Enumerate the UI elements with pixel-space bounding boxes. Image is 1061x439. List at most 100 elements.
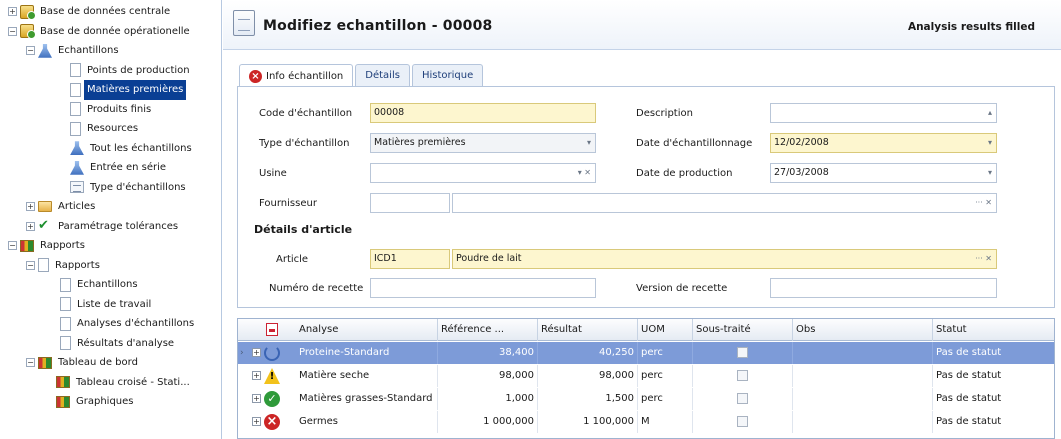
tree-item-rapport-echantillons[interactable]: Echantillons <box>0 275 221 295</box>
expand-icon[interactable]: + <box>252 417 261 426</box>
expand-icon[interactable]: + <box>252 394 261 403</box>
cell-reference[interactable]: 98,000 <box>438 365 538 387</box>
tree-item-analyses-echantillons[interactable]: Analyses d'échantillons <box>0 314 221 334</box>
usine-select[interactable]: ▾ ✕ <box>370 163 596 183</box>
dropdown-arrow-icon[interactable]: ▾ <box>988 164 992 182</box>
tab-details[interactable]: Détails <box>355 64 410 86</box>
report-chart-icon <box>20 239 34 252</box>
cell-reference[interactable]: 1 000,000 <box>438 411 538 433</box>
cell-obs[interactable] <box>793 365 933 387</box>
column-header-statut[interactable]: Statut <box>933 319 1054 341</box>
dropdown-clear-icon[interactable]: ▾ ✕ <box>578 164 591 182</box>
tree-item-entree-serie[interactable]: Entrée en série <box>0 158 221 178</box>
sous-traite-checkbox[interactable] <box>737 393 748 404</box>
table-row[interactable]: + Matière seche 98,000 98,000 perc Pas d… <box>238 365 1054 387</box>
article-code-field[interactable]: ICD1 <box>370 249 450 269</box>
expand-icon[interactable]: + <box>8 7 17 17</box>
cell-uom[interactable]: M <box>638 411 693 433</box>
tree-item-graphiques[interactable]: Graphiques <box>0 392 221 412</box>
expand-icon[interactable]: + <box>252 371 261 380</box>
column-header-obs[interactable]: Obs <box>793 319 933 341</box>
usine-label: Usine <box>259 168 287 179</box>
tree-item-tableau-croise[interactable]: Tableau croisé - Stati... <box>0 373 221 393</box>
tree-item-parametrage-tolerances[interactable]: + Paramétrage tolérances <box>0 217 221 237</box>
cell-obs[interactable] <box>793 388 933 410</box>
cell-statut[interactable]: Pas de statut <box>933 411 1054 433</box>
cell-uom[interactable]: perc <box>638 388 693 410</box>
numero-recette-field[interactable] <box>370 278 596 298</box>
cell-analyse[interactable]: Matière seche <box>296 365 438 387</box>
sous-traite-checkbox[interactable] <box>737 370 748 381</box>
collapse-icon[interactable]: − <box>26 358 35 368</box>
type-select[interactable]: Matières premières ▾ <box>370 133 596 153</box>
tree-item-tableau-bord[interactable]: − Tableau de bord <box>0 353 221 373</box>
tree-item-produits-finis[interactable]: Produits finis <box>0 100 221 120</box>
version-recette-field[interactable] <box>770 278 997 298</box>
column-header-resultat[interactable]: Résultat <box>538 319 638 341</box>
expand-up-icon[interactable]: ▴ <box>988 104 992 122</box>
cell-sous-traite[interactable] <box>693 365 793 387</box>
tree-item-rapports-root[interactable]: − Rapports <box>0 236 221 256</box>
column-header-uom[interactable]: UOM <box>638 319 693 341</box>
table-row[interactable]: › + Proteine-Standard 38,400 40,250 perc… <box>238 342 1054 364</box>
column-header-reference[interactable]: Référence ... <box>438 319 538 341</box>
column-header-sous-traite[interactable]: Sous-traité <box>693 319 793 341</box>
description-field[interactable]: ▴ <box>770 103 997 123</box>
sous-traite-checkbox[interactable] <box>737 416 748 427</box>
lookup-clear-icon[interactable]: ··· ✕ <box>975 194 992 212</box>
article-name-field[interactable]: Poudre de lait ··· ✕ <box>452 249 997 269</box>
collapse-icon[interactable]: − <box>26 46 35 56</box>
collapse-icon[interactable]: − <box>26 260 35 270</box>
cell-sous-traite[interactable] <box>693 342 793 364</box>
tree-item-operational-db[interactable]: − Base de donnée opérationelle <box>0 22 221 42</box>
tree-item-echantillons[interactable]: − Echantillons <box>0 41 221 61</box>
expand-icon[interactable]: + <box>252 348 261 357</box>
sous-traite-checkbox[interactable] <box>737 347 748 358</box>
tree-item-type-echantillons[interactable]: Type d'échantillons <box>0 178 221 198</box>
cell-resultat[interactable]: 40,250 <box>538 342 638 364</box>
dropdown-arrow-icon[interactable]: ▾ <box>587 134 591 152</box>
tree-item-central-db[interactable]: + Base de données centrale <box>0 2 221 22</box>
cell-resultat[interactable]: 1,500 <box>538 388 638 410</box>
collapse-icon[interactable]: − <box>8 26 17 36</box>
cell-resultat[interactable]: 98,000 <box>538 365 638 387</box>
code-field[interactable]: 00008 <box>370 103 596 123</box>
tree-item-tout-echantillons[interactable]: Tout les échantillons <box>0 139 221 159</box>
tab-historique[interactable]: Historique <box>411 64 484 86</box>
fournisseur-name-field[interactable]: ··· ✕ <box>452 193 997 213</box>
cell-analyse[interactable]: Proteine-Standard <box>296 342 438 364</box>
lookup-clear-icon[interactable]: ··· ✕ <box>975 250 992 268</box>
tree-item-resultats-analyse[interactable]: Résultats d'analyse <box>0 334 221 354</box>
cell-sous-traite[interactable] <box>693 388 793 410</box>
fournisseur-code-field[interactable] <box>370 193 450 213</box>
cell-sous-traite[interactable] <box>693 411 793 433</box>
tree-item-matieres-premieres[interactable]: Matières premières <box>0 80 221 100</box>
expand-icon[interactable]: + <box>26 202 35 212</box>
cell-statut[interactable]: Pas de statut <box>933 365 1054 387</box>
tree-item-points-production[interactable]: Points de production <box>0 61 221 81</box>
expand-icon[interactable]: + <box>26 221 35 231</box>
cell-resultat[interactable]: 1 100,000 <box>538 411 638 433</box>
cell-reference[interactable]: 1,000 <box>438 388 538 410</box>
dropdown-arrow-icon[interactable]: ▾ <box>988 134 992 152</box>
tree-item-liste-travail[interactable]: Liste de travail <box>0 295 221 315</box>
table-row[interactable]: + Germes 1 000,000 1 100,000 M Pas de st… <box>238 411 1054 433</box>
tab-info-echantillon[interactable]: × Info échantillon <box>239 64 354 87</box>
cell-reference[interactable]: 38,400 <box>438 342 538 364</box>
collapse-icon[interactable]: − <box>8 241 17 251</box>
date-production-picker[interactable]: 27/03/2008 ▾ <box>770 163 997 183</box>
tree-item-resources[interactable]: Resources <box>0 119 221 139</box>
date-echantillonnage-picker[interactable]: 12/02/2008 ▾ <box>770 133 997 153</box>
cell-uom[interactable]: perc <box>638 365 693 387</box>
cell-analyse[interactable]: Germes <box>296 411 438 433</box>
cell-obs[interactable] <box>793 342 933 364</box>
table-row[interactable]: + Matières grasses-Standard 1,000 1,500 … <box>238 388 1054 410</box>
column-header-analyse[interactable]: Analyse <box>296 319 438 341</box>
cell-statut[interactable]: Pas de statut <box>933 342 1054 364</box>
tree-item-rapports[interactable]: − Rapports <box>0 256 221 276</box>
tree-item-articles[interactable]: + Articles <box>0 197 221 217</box>
cell-obs[interactable] <box>793 411 933 433</box>
cell-analyse[interactable]: Matières grasses-Standard <box>296 388 438 410</box>
cell-statut[interactable]: Pas de statut <box>933 388 1054 410</box>
cell-uom[interactable]: perc <box>638 342 693 364</box>
